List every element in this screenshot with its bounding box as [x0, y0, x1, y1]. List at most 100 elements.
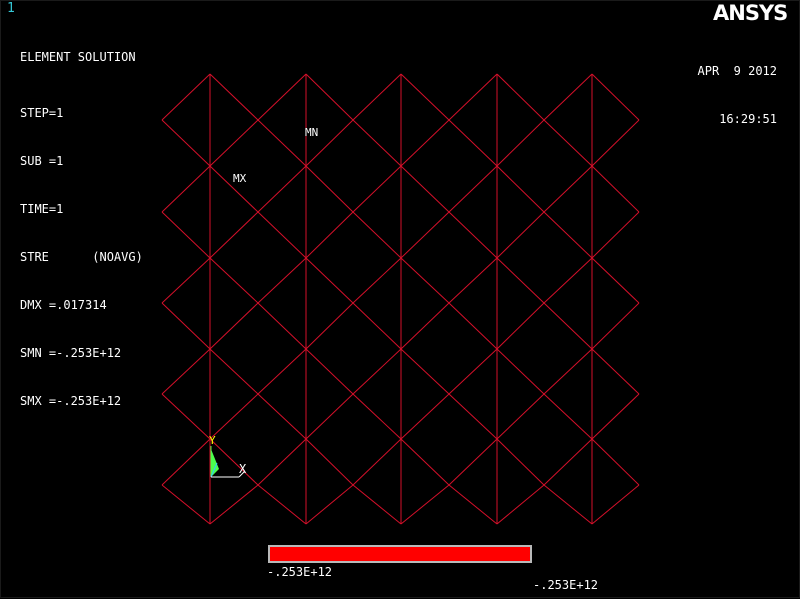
mesh-diagonal-edge	[257, 165, 307, 213]
mesh-diagonal-edge	[400, 73, 450, 121]
mesh-diagonal-edge	[543, 348, 593, 395]
mesh-diagonal-edge	[543, 393, 593, 440]
mesh-diagonal-edge	[496, 257, 545, 304]
mesh-diagonal-edge	[448, 302, 498, 350]
mesh-diagonal-edge	[496, 438, 545, 486]
mesh-diagonal-edge	[400, 302, 450, 350]
max-marker: MX	[233, 172, 247, 185]
mesh-diagonal-edge	[543, 211, 593, 259]
mesh-diagonal-edge	[496, 393, 545, 440]
mesh-diagonal-edge	[209, 393, 259, 440]
mesh-diagonal-edge	[257, 393, 307, 440]
mesh-diagonal-edge	[591, 211, 640, 259]
mesh-diagonal-edge	[448, 438, 498, 486]
mesh-diagonal-edge	[161, 73, 211, 121]
mesh-diagonal-edge	[305, 73, 354, 121]
mesh-diagonal-edge	[496, 484, 545, 525]
legend-min-value: -.253E+12	[267, 565, 333, 579]
mesh-diagonal-edge	[591, 119, 640, 167]
mesh-diagonal-edge	[352, 484, 402, 525]
mesh-diagonal-edge	[543, 119, 593, 167]
mesh-diagonal-edge	[448, 73, 498, 121]
mesh-diagonal-edge	[352, 257, 402, 304]
mesh-diagonal-edge	[305, 302, 354, 350]
mesh-diagonal-edge	[400, 438, 450, 486]
mesh-diagonal-edge	[496, 348, 545, 395]
mesh-diagonal-edge	[543, 257, 593, 304]
mesh-diagonal-edge	[448, 393, 498, 440]
mesh-diagonal-edge	[209, 73, 259, 121]
mesh-diagonal-edge	[161, 348, 211, 395]
coordinate-triad: Y X	[209, 434, 247, 478]
mesh-diagonal-edge	[496, 211, 545, 259]
triad-y-label: Y	[209, 434, 216, 447]
mesh-diagonal-edge	[496, 119, 545, 167]
mesh-diagonal-edge	[448, 119, 498, 167]
mesh-diagonal-edge	[352, 438, 402, 486]
mesh-diagonal-edge	[352, 73, 402, 121]
mesh-diagonal-edge	[257, 348, 307, 395]
mesh-diagonal-edge	[352, 165, 402, 213]
mesh-diagonal-edge	[161, 438, 211, 486]
triad-x-label: X	[239, 462, 247, 476]
mesh-diagonal-edge	[352, 119, 402, 167]
mesh-diagonal-edge	[209, 348, 259, 395]
mesh-diagonal-edge	[161, 393, 211, 440]
mesh-diagonal-edge	[257, 211, 307, 259]
mesh-diagonal-edge	[352, 348, 402, 395]
mesh-diagonal-edge	[257, 484, 307, 525]
mesh-diagonal-edge	[400, 257, 450, 304]
mesh-diagonal-edge	[448, 165, 498, 213]
mesh-diagonal-edge	[352, 211, 402, 259]
mesh-diagonal-edge	[209, 302, 259, 350]
mesh-diagonal-edge	[352, 302, 402, 350]
mesh-lines	[161, 73, 640, 525]
mesh-diagonal-edge	[496, 165, 545, 213]
triad-z-wedge	[211, 449, 219, 477]
mesh-diagonal-edge	[209, 211, 259, 259]
mesh-diagonal-edge	[400, 119, 450, 167]
mesh-diagonal-edge	[448, 211, 498, 259]
mesh-diagonal-edge	[591, 484, 640, 525]
mesh-diagonal-edge	[448, 484, 498, 525]
mesh-diagonal-edge	[257, 119, 307, 167]
mesh-diagonal-edge	[161, 257, 211, 304]
mesh-diagonal-edge	[543, 484, 593, 525]
mesh-diagonal-edge	[496, 73, 545, 121]
mesh-diagonal-edge	[257, 257, 307, 304]
mesh-diagonal-edge	[591, 73, 640, 121]
mesh-diagonal-edge	[591, 165, 640, 213]
mesh-diagonal-edge	[161, 484, 211, 525]
mesh-diagonal-edge	[400, 211, 450, 259]
mesh-diagonal-edge	[400, 393, 450, 440]
mesh-diagonal-edge	[591, 348, 640, 395]
mesh-diagonal-edge	[305, 438, 354, 486]
mesh-diagonal-edge	[161, 302, 211, 350]
mesh-diagonal-edge	[496, 302, 545, 350]
mesh-diagonal-edge	[305, 348, 354, 395]
min-marker: MN	[305, 126, 319, 139]
mesh-diagonal-edge	[543, 165, 593, 213]
mesh-diagonal-edge	[591, 438, 640, 486]
graphics-viewport[interactable]: 1 ANSYS ELEMENT SOLUTION STEP=1 SUB =1 T…	[0, 0, 800, 598]
mesh-diagonal-edge	[448, 348, 498, 395]
mesh-diagonal-edge	[209, 438, 259, 486]
mesh-diagonal-edge	[209, 484, 259, 525]
mesh-diagonal-edge	[591, 257, 640, 304]
mesh-diagonal-edge	[400, 484, 450, 525]
mesh-diagonal-edge	[305, 211, 354, 259]
element-mesh: Y X	[161, 73, 640, 525]
mesh-diagonal-edge	[257, 438, 307, 486]
mesh-diagonal-edge	[161, 165, 211, 213]
mesh-diagonal-edge	[305, 393, 354, 440]
mesh-diagonal-edge	[591, 393, 640, 440]
mesh-diagonal-edge	[591, 302, 640, 350]
mesh-diagonal-edge	[543, 73, 593, 121]
mesh-diagonal-edge	[305, 165, 354, 213]
mesh-diagonal-edge	[209, 119, 259, 167]
mesh-diagonal-edge	[400, 165, 450, 213]
mesh-diagonal-edge	[543, 438, 593, 486]
mesh-diagonal-edge	[257, 73, 307, 121]
mesh-diagonal-edge	[305, 257, 354, 304]
mesh-diagonal-edge	[448, 257, 498, 304]
